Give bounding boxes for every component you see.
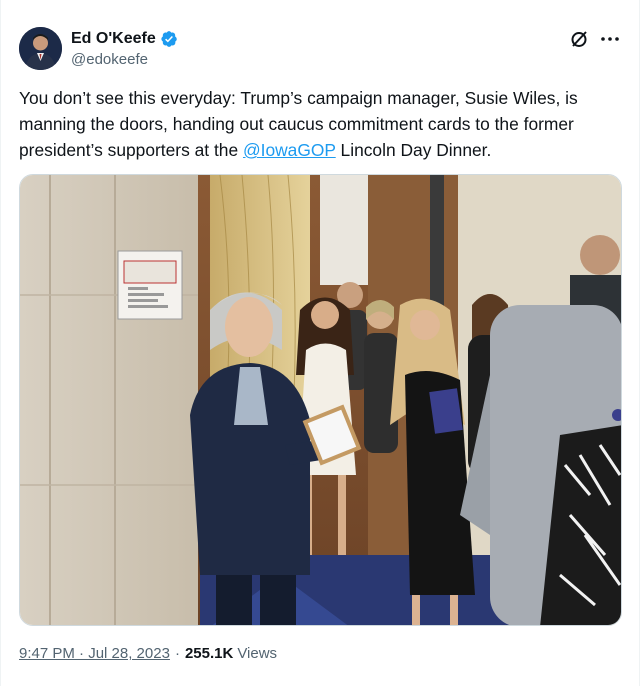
avatar[interactable]: [19, 27, 62, 70]
tweet-card: Ed O'Keefe @edokeefe You don’t see this …: [0, 0, 640, 686]
tweet-photo[interactable]: [19, 174, 622, 626]
grok-icon[interactable]: [569, 29, 589, 49]
tweet-meta: 9:47 PM · Jul 28, 2023 · 255.1K Views: [19, 645, 277, 662]
views-count: 255.1K: [184, 645, 234, 662]
tweet-header: Ed O'Keefe @edokeefe: [19, 27, 621, 71]
meta-separator: ·: [174, 645, 180, 662]
tweet-text: You don’t see this everyday: Trump’s cam…: [19, 85, 627, 163]
views-label: Views: [237, 645, 278, 662]
profile-photo: [19, 27, 62, 70]
evacuation-sign: [117, 250, 183, 320]
more-options-icon[interactable]: [599, 29, 621, 49]
tweet-text-after: Lincoln Day Dinner.: [335, 140, 492, 160]
handle[interactable]: @edokeefe: [71, 51, 178, 68]
display-name[interactable]: Ed O'Keefe: [71, 30, 156, 48]
photo-scene: [20, 175, 621, 625]
verified-badge-icon: [161, 30, 177, 47]
mention-link[interactable]: @IowaGOP: [243, 140, 336, 160]
timestamp-link[interactable]: 9:47 PM · Jul 28, 2023: [19, 645, 170, 662]
